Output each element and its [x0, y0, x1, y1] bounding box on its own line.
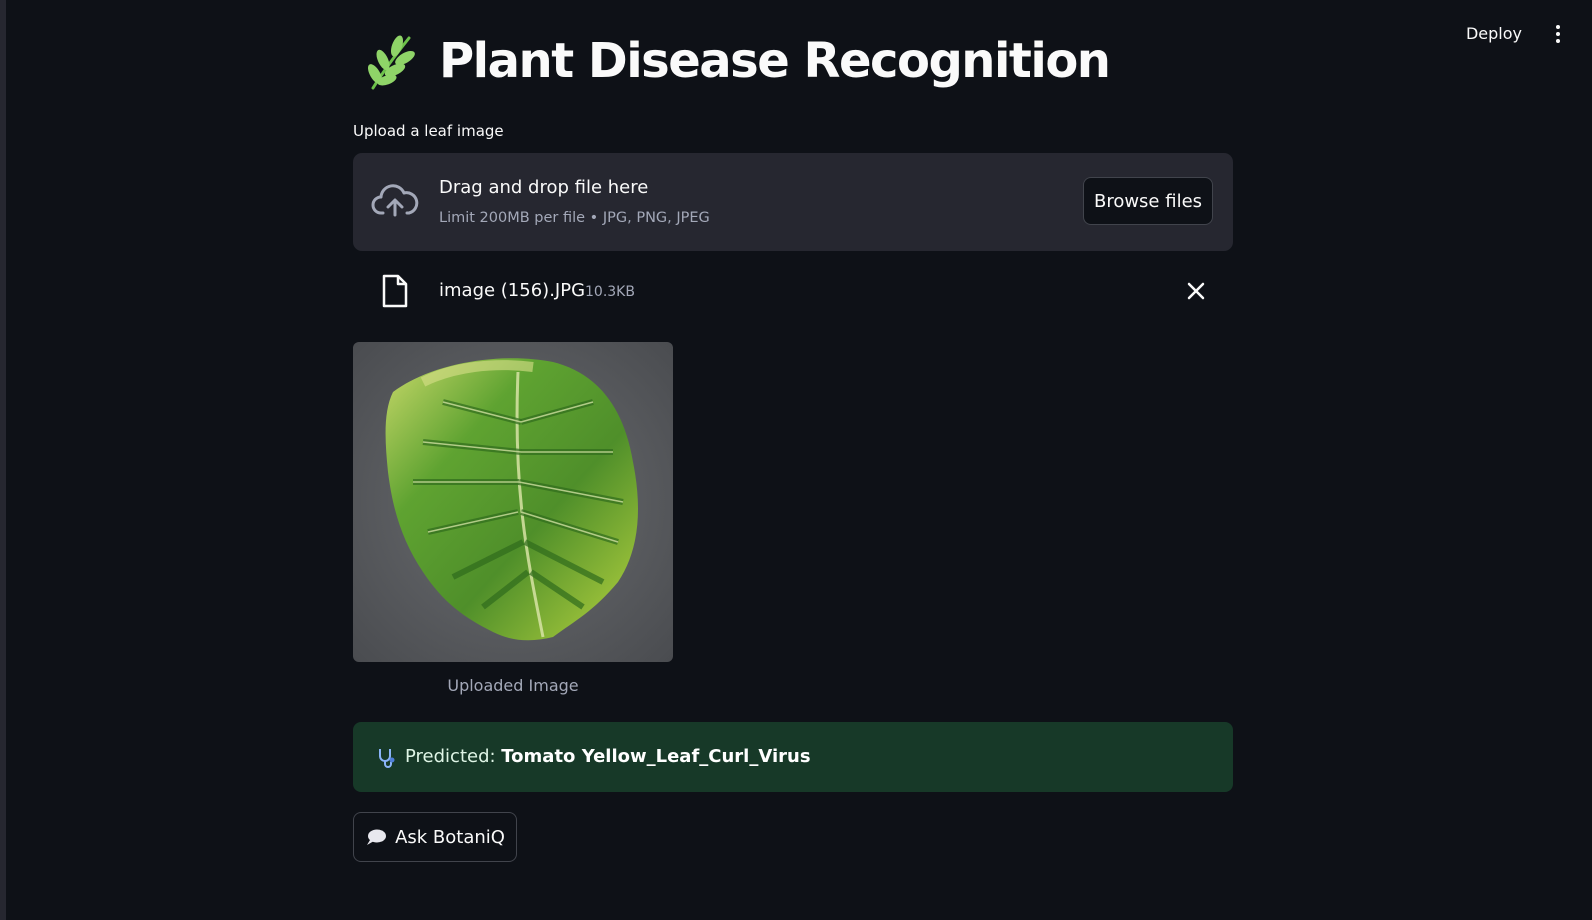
ask-botaniq-label: Ask BotaniQ — [395, 826, 505, 848]
deploy-button[interactable]: Deploy — [1456, 18, 1532, 49]
ask-botaniq-button[interactable]: Ask BotaniQ — [353, 812, 517, 862]
prediction-prefix: Predicted: — [405, 746, 502, 767]
uploaded-leaf-image — [353, 342, 673, 662]
speech-balloon-icon — [367, 829, 387, 845]
file-icon — [382, 274, 408, 308]
stethoscope-icon — [379, 749, 395, 768]
uploaded-file-name: image (156).JPG — [439, 280, 586, 301]
prediction-text: Predicted: Tomato Yellow_Leaf_Curl_Virus — [405, 746, 811, 767]
uploaded-file-row: image (156).JPG 10.3KB — [353, 272, 1233, 312]
page-header: Plant Disease Recognition — [363, 32, 1111, 90]
prediction-value: Tomato Yellow_Leaf_Curl_Virus — [501, 746, 811, 767]
image-caption: Uploaded Image — [447, 676, 579, 695]
file-dropzone[interactable]: Drag and drop file here Limit 200MB per … — [353, 153, 1233, 251]
remove-file-close-icon[interactable] — [1183, 278, 1209, 304]
cloud-upload-icon — [371, 184, 419, 217]
kebab-menu-icon[interactable] — [1550, 20, 1566, 48]
page-title: Plant Disease Recognition — [439, 33, 1111, 89]
herb-icon — [368, 35, 415, 90]
leaf-photo — [353, 342, 673, 662]
browse-files-button[interactable]: Browse files — [1083, 177, 1213, 225]
sidebar-edge — [0, 0, 6, 920]
uploaded-file-size: 10.3KB — [585, 284, 635, 300]
dropzone-title: Drag and drop file here — [439, 177, 649, 198]
uploader-label: Upload a leaf image — [353, 122, 504, 140]
header-actions: Deploy — [1456, 18, 1566, 49]
prediction-alert: Predicted: Tomato Yellow_Leaf_Curl_Virus — [353, 722, 1233, 792]
dropzone-limit-text: Limit 200MB per file • JPG, PNG, JPEG — [439, 210, 710, 226]
